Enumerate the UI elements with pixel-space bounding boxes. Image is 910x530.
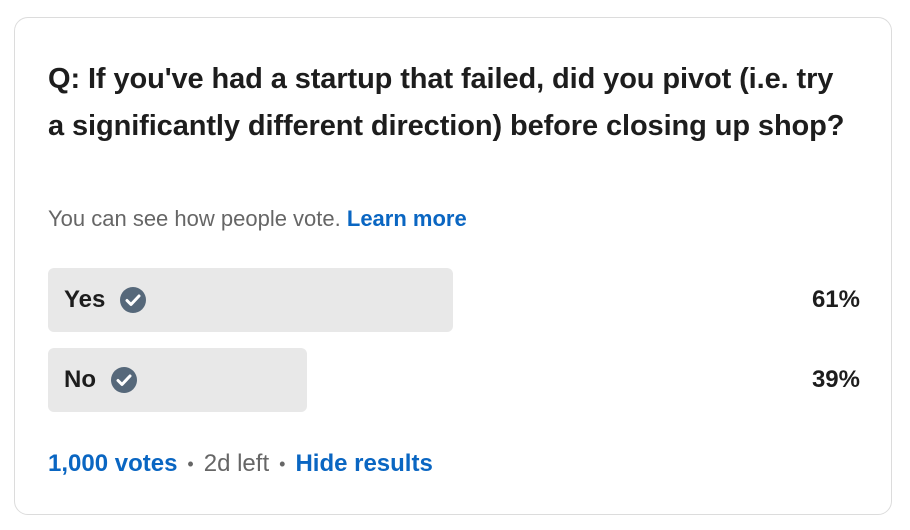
separator-dot: • xyxy=(187,454,194,474)
poll-option-label-group: Yes xyxy=(64,268,147,332)
poll-subtext: You can see how people vote. Learn more xyxy=(48,204,467,234)
poll-option-no[interactable]: No 39% xyxy=(48,348,860,412)
poll-option-label: Yes xyxy=(64,286,106,313)
poll-option-yes[interactable]: Yes 61% xyxy=(48,268,860,332)
votes-count-link[interactable]: 1,000 votes xyxy=(48,448,177,480)
hide-results-link[interactable]: Hide results xyxy=(295,448,432,480)
poll-option-percent: 39% xyxy=(811,366,860,393)
check-circle-icon xyxy=(119,286,147,314)
check-circle-icon xyxy=(110,366,138,394)
poll-option-label: No xyxy=(64,366,96,393)
learn-more-link[interactable]: Learn more xyxy=(347,206,467,231)
poll-question: Q: If you've had a startup that failed, … xyxy=(48,63,845,142)
poll-subtext-text: You can see how people vote. xyxy=(48,206,341,231)
separator-dot: • xyxy=(279,454,286,474)
poll-footer: 1,000 votes • 2d left • Hide results xyxy=(48,448,433,480)
time-left: 2d left xyxy=(203,450,270,477)
poll-option-percent: 61% xyxy=(811,286,860,313)
poll-card: Q: If you've had a startup that failed, … xyxy=(14,17,892,515)
poll-option-label-group: No xyxy=(64,348,138,412)
